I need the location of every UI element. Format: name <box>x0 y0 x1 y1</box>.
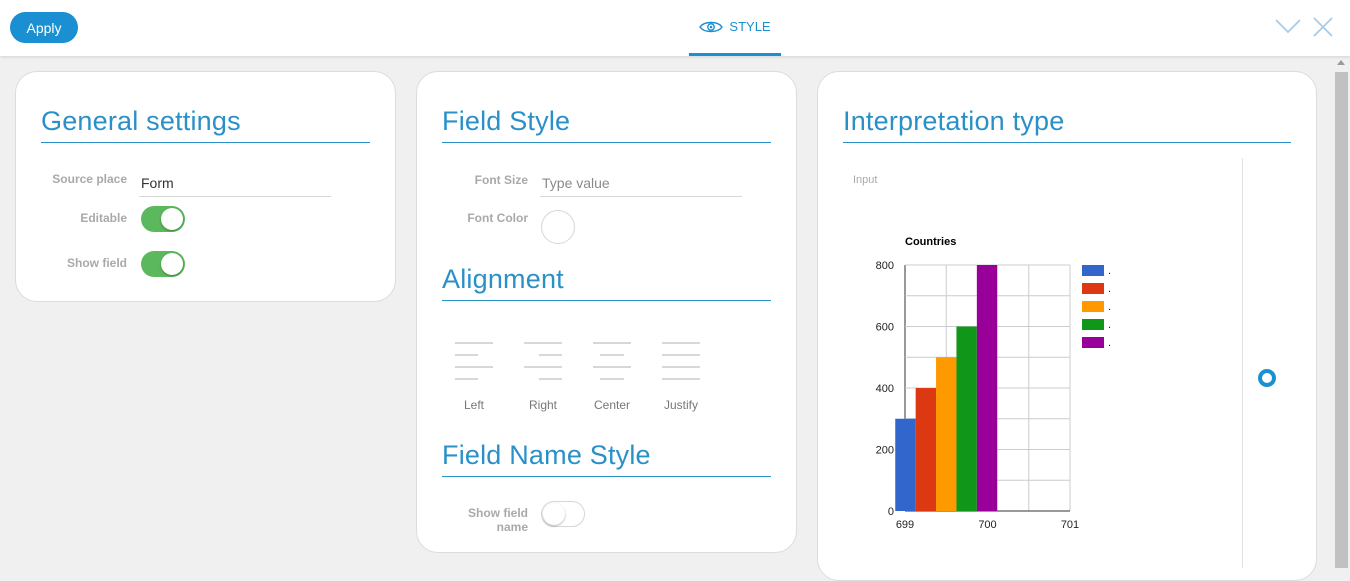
legend-label: . <box>1108 319 1111 331</box>
bar <box>895 418 916 511</box>
legend-swatch <box>1082 319 1104 330</box>
legend-label: . <box>1108 283 1111 295</box>
tab-style[interactable]: STYLE <box>689 0 781 56</box>
bar <box>956 326 977 511</box>
chart-legend: ..... <box>1082 265 1111 349</box>
y-tick-label: 600 <box>876 322 894 334</box>
legend-label: . <box>1108 301 1111 313</box>
bar <box>936 357 957 511</box>
legend-swatch <box>1082 301 1104 312</box>
tab-style-label: STYLE <box>729 19 771 34</box>
legend-swatch <box>1082 265 1104 276</box>
x-tick-label: 699 <box>896 519 914 531</box>
x-tick-label: 701 <box>1061 519 1079 531</box>
y-tick-label: 800 <box>876 260 894 272</box>
countries-chart: Countries 0 200 400 600 800 699 700 701 ..... <box>876 236 1111 531</box>
chart-title: Countries <box>905 236 956 248</box>
y-tick-label: 200 <box>876 445 894 457</box>
legend-label: . <box>1108 337 1111 349</box>
chevron-down-icon[interactable] <box>1274 16 1302 36</box>
y-tick-label: 0 <box>888 506 894 518</box>
apply-button[interactable]: Apply <box>10 12 78 43</box>
chart-y-ticks: 0 200 400 600 800 <box>876 260 894 518</box>
legend-label: . <box>1108 265 1111 277</box>
bar <box>976 265 998 511</box>
x-tick-label: 700 <box>978 519 996 531</box>
y-tick-label: 400 <box>876 383 894 395</box>
bar <box>915 388 937 511</box>
top-bar: Apply STYLE <box>0 0 1350 56</box>
close-icon[interactable] <box>1312 16 1334 38</box>
eye-icon <box>699 21 724 32</box>
legend-swatch <box>1082 283 1104 294</box>
legend-swatch <box>1082 337 1104 348</box>
chart-x-ticks: 699 700 701 <box>896 519 1079 531</box>
